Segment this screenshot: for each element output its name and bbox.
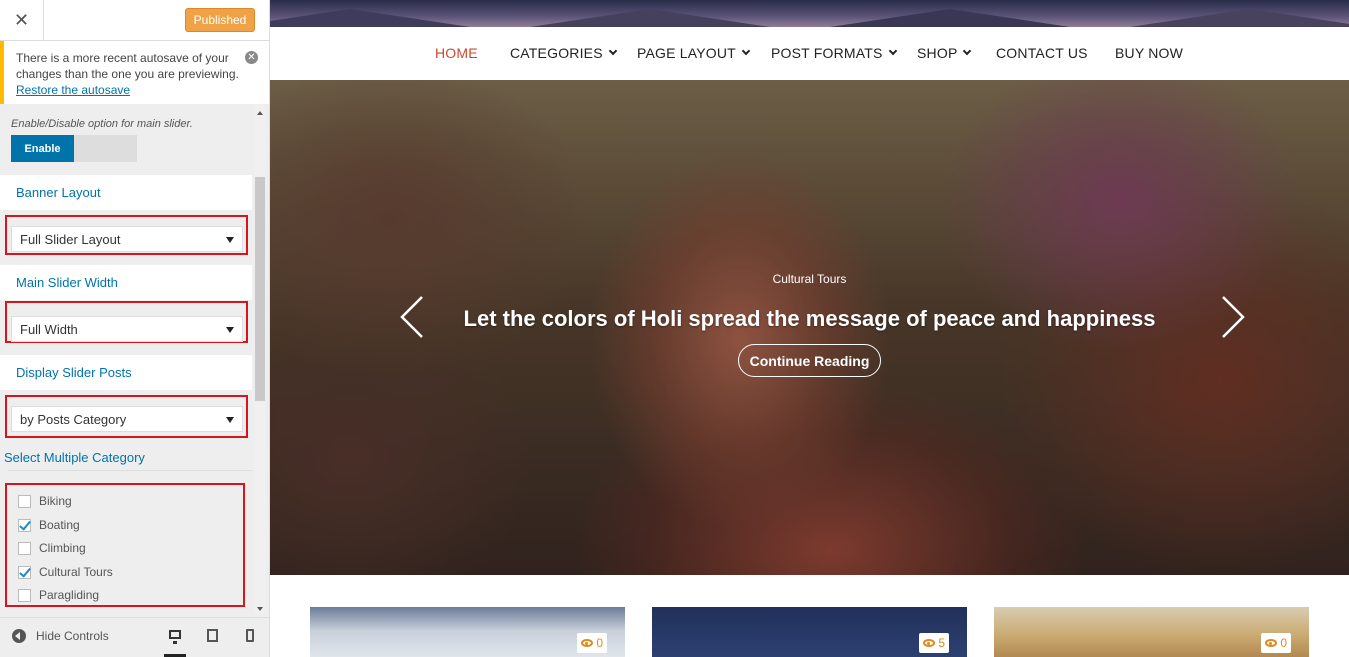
checkbox[interactable]: [18, 541, 31, 555]
close-icon[interactable]: ✕: [0, 0, 44, 41]
nav-label: PAGE LAYOUT: [637, 45, 736, 61]
customizer-footer: Hide Controls: [0, 617, 269, 657]
category-label: Cultural Tours: [39, 565, 113, 579]
desktop-preview-icon[interactable]: [164, 626, 186, 657]
display-slider-posts-value: by Posts Category: [20, 411, 127, 427]
view-count: 5: [938, 636, 945, 650]
checkbox[interactable]: [18, 518, 31, 532]
view-count-badge: 0: [577, 633, 607, 653]
category-checkbox-climbing[interactable]: Climbing: [18, 541, 86, 555]
nav-label: BUY NOW: [1115, 45, 1184, 61]
nav-post-formats[interactable]: POST FORMATS: [771, 45, 897, 61]
main-slider-width-select[interactable]: Full Width: [11, 316, 243, 342]
customizer-header: ✕ Published: [0, 0, 269, 41]
eye-icon: [923, 639, 936, 647]
checkbox[interactable]: [18, 588, 31, 602]
sidebar-scrollbar[interactable]: [254, 105, 266, 613]
chevron-down-icon: [226, 327, 234, 333]
enable-option[interactable]: Enable: [11, 135, 74, 162]
main-navigation: HOME CATEGORIES PAGE LAYOUT POST FORMATS…: [270, 27, 1349, 80]
nav-home[interactable]: HOME: [435, 45, 478, 61]
post-card[interactable]: 5: [652, 607, 967, 657]
collapse-icon: [12, 629, 26, 643]
dismiss-icon[interactable]: ✕: [245, 51, 258, 64]
nav-label: SHOP: [917, 45, 958, 61]
mobile-preview-icon[interactable]: [239, 626, 261, 657]
slider-prev-icon[interactable]: [400, 295, 424, 339]
category-checkbox-biking[interactable]: Biking: [18, 494, 72, 508]
customizer-panel: Enable/Disable option for main slider. E…: [0, 105, 269, 613]
banner-layout-label: Banner Layout: [0, 175, 252, 210]
scroll-up-icon[interactable]: [257, 111, 263, 115]
nav-shop[interactable]: SHOP: [917, 45, 972, 61]
nav-buy-now[interactable]: BUY NOW: [1115, 45, 1183, 61]
checkbox[interactable]: [18, 494, 31, 508]
nav-categories[interactable]: CATEGORIES: [510, 45, 618, 61]
enable-description: Enable/Disable option for main slider.: [11, 118, 193, 130]
category-checkbox-cultural-tours[interactable]: Cultural Tours: [18, 565, 113, 579]
nav-contact-us[interactable]: CONTACT US: [996, 45, 1088, 61]
eye-icon: [1265, 639, 1278, 647]
hide-controls-button[interactable]: Hide Controls: [12, 629, 109, 643]
nav-label: HOME: [435, 45, 478, 61]
display-slider-posts-label: Display Slider Posts: [0, 355, 252, 390]
category-checkbox-paragliding[interactable]: Paragliding: [18, 588, 99, 602]
header-image: [270, 0, 1349, 27]
divider: [8, 470, 252, 471]
nav-page-layout[interactable]: PAGE LAYOUT: [637, 45, 751, 61]
slide-category[interactable]: Cultural Tours: [270, 272, 1349, 286]
category-checkbox-boating[interactable]: Boating: [18, 518, 80, 532]
continue-reading-button[interactable]: Continue Reading: [738, 344, 881, 377]
banner-layout-value: Full Slider Layout: [20, 231, 121, 247]
view-count-badge: 0: [1261, 633, 1291, 653]
restore-autosave-link[interactable]: Restore the autosave: [16, 83, 130, 97]
nav-label: CONTACT US: [996, 45, 1088, 61]
autosave-notice: There is a more recent autosave of your …: [0, 41, 269, 104]
customizer-sidebar: ✕ Published There is a more recent autos…: [0, 0, 270, 657]
main-slider-width-label: Main Slider Width: [0, 265, 252, 300]
chevron-down-icon: [608, 46, 618, 56]
post-card[interactable]: 0: [310, 607, 625, 657]
chevron-down-icon: [226, 237, 234, 243]
chevron-down-icon: [963, 46, 972, 56]
scroll-down-icon[interactable]: [257, 607, 263, 611]
category-label: Paragliding: [39, 588, 100, 602]
post-card[interactable]: 0: [994, 607, 1309, 657]
chevron-down-icon: [888, 46, 897, 56]
published-button[interactable]: Published: [185, 8, 255, 32]
slider-next-icon[interactable]: [1221, 295, 1245, 339]
main-slider-width-value: Full Width: [20, 321, 78, 337]
chevron-down-icon: [741, 46, 751, 56]
hide-controls-label: Hide Controls: [36, 629, 109, 643]
chevron-down-icon: [226, 417, 234, 423]
category-label: Climbing: [39, 541, 86, 555]
slide-title[interactable]: Let the colors of Holi spread the messag…: [270, 306, 1349, 332]
view-count: 0: [596, 636, 603, 650]
scrollbar-thumb[interactable]: [255, 177, 265, 401]
nav-label: POST FORMATS: [771, 45, 883, 61]
category-label: Biking: [39, 494, 72, 508]
banner-layout-select[interactable]: Full Slider Layout: [11, 226, 243, 252]
view-count-badge: 5: [919, 633, 949, 653]
tablet-preview-icon[interactable]: [201, 626, 223, 657]
display-slider-posts-select[interactable]: by Posts Category: [11, 406, 243, 432]
view-count: 0: [1280, 636, 1287, 650]
main-slider: Cultural Tours Let the colors of Holi sp…: [270, 80, 1349, 575]
autosave-notice-text: There is a more recent autosave of your …: [16, 51, 239, 81]
nav-label: CATEGORIES: [510, 45, 603, 61]
slider-enable-toggle[interactable]: Enable: [11, 135, 137, 162]
site-preview: HOME CATEGORIES PAGE LAYOUT POST FORMATS…: [270, 0, 1349, 657]
category-label: Boating: [39, 518, 80, 532]
checkbox[interactable]: [18, 565, 31, 579]
eye-icon: [581, 639, 594, 647]
